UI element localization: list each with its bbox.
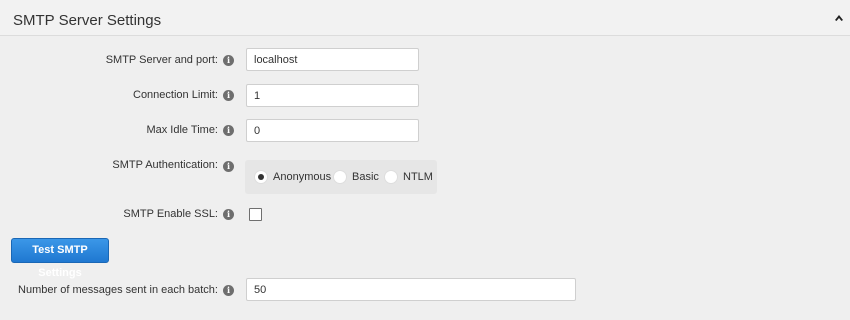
radio-button[interactable] — [384, 170, 398, 184]
chevron-up-icon[interactable] — [834, 14, 844, 22]
info-icon[interactable]: i — [223, 161, 234, 172]
smtp-server-input[interactable] — [246, 48, 419, 71]
info-icon[interactable]: i — [223, 90, 234, 101]
authentication-radio-group: Anonymous Basic NTLM — [245, 160, 437, 194]
enable-ssl-checkbox[interactable] — [249, 208, 262, 221]
info-icon[interactable]: i — [223, 55, 234, 66]
server-port-label: SMTP Server and port: — [105, 54, 218, 66]
smtp-authentication-label: SMTP Authentication: — [112, 159, 218, 171]
radio-label-basic: Basic — [352, 171, 379, 183]
connection-limit-label: Connection Limit: — [133, 89, 218, 101]
info-icon[interactable]: i — [223, 285, 234, 296]
info-icon[interactable]: i — [223, 125, 234, 136]
panel-title: SMTP Server Settings — [13, 12, 162, 29]
batch-size-label: Number of messages sent in each batch: — [18, 284, 218, 296]
radio-button[interactable] — [333, 170, 347, 184]
connection-limit-input[interactable] — [246, 84, 419, 107]
max-idle-time-input[interactable] — [246, 119, 419, 142]
max-idle-time-label: Max Idle Time: — [146, 124, 218, 136]
info-icon[interactable]: i — [223, 209, 234, 220]
test-smtp-settings-button[interactable]: Test SMTP Settings — [11, 238, 109, 279]
radio-button-selected[interactable] — [254, 170, 268, 184]
radio-label-ntlm: NTLM — [403, 171, 433, 183]
smtp-enable-ssl-label: SMTP Enable SSL: — [123, 208, 218, 220]
batch-size-input[interactable] — [246, 278, 576, 301]
panel-header[interactable]: SMTP Server Settings — [0, 0, 850, 36]
radio-label-anonymous: Anonymous — [273, 171, 332, 183]
